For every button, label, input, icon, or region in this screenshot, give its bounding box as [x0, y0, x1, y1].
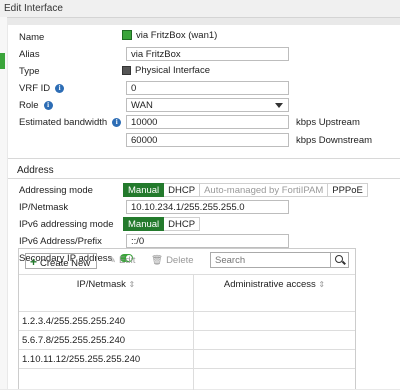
delete-label: Delete — [166, 255, 194, 266]
alias-label: Alias — [19, 49, 40, 60]
addressing-mode-fortiipam[interactable]: Auto-managed by FortiIPAM — [200, 183, 329, 197]
alias-input[interactable]: via FritzBox — [126, 47, 289, 61]
table-row[interactable]: 5.6.7.8/255.255.255.240 — [19, 330, 355, 349]
ip-netmask-label: IP/Netmask — [19, 202, 69, 213]
dialog-title: Edit Interface — [4, 3, 63, 14]
role-select[interactable]: WAN — [126, 98, 289, 112]
chevron-down-icon — [275, 103, 283, 108]
ipv6-prefix-label: IPv6 Address/Prefix — [19, 236, 102, 247]
vrf-id-label-wrap: VRF ID i — [19, 83, 65, 94]
row-ip: 1.2.3.4/255.255.255.240 — [22, 316, 126, 327]
section-divider — [8, 158, 400, 159]
bandwidth-label: Estimated bandwidth — [19, 117, 108, 128]
downstream-input[interactable]: 60000 — [126, 133, 289, 147]
vrf-id-input[interactable]: 0 — [126, 81, 289, 95]
plus-icon: + — [30, 255, 38, 269]
dialog-title-bar: Edit Interface — [0, 0, 400, 18]
ip-netmask-input[interactable]: 10.10.234.1/255.255.255.0 — [126, 200, 289, 214]
column-header-ip-label: IP/Netmask — [76, 279, 126, 290]
table-row-divider — [19, 368, 355, 387]
addressing-mode-toggle: Manual DHCP Auto-managed by FortiIPAM PP… — [123, 183, 368, 197]
create-new-label: Create New — [40, 258, 91, 269]
table-row[interactable]: 1.10.11.12/255.255.255.240 — [19, 349, 355, 368]
addressing-mode-label: Addressing mode — [19, 185, 93, 196]
info-icon[interactable]: i — [43, 100, 53, 110]
bandwidth-label-wrap: Estimated bandwidth i — [19, 117, 122, 128]
upstream-input[interactable]: 10000 — [126, 115, 289, 129]
left-strip — [0, 17, 7, 389]
search-icon[interactable] — [330, 253, 348, 267]
addressing-mode-dhcp[interactable]: DHCP — [164, 183, 201, 197]
upstream-unit: kbps Upstream — [296, 117, 360, 128]
pencil-icon: ✎ — [108, 255, 116, 266]
edit-button[interactable]: ✎ Edit — [108, 253, 135, 269]
name-label: Name — [19, 32, 45, 43]
search-input[interactable] — [211, 253, 337, 267]
ipv6-mode-dhcp[interactable]: DHCP — [164, 217, 201, 231]
ipv6-mode-label: IPv6 addressing mode — [19, 219, 114, 230]
ipv6-prefix-input[interactable]: ::/0 — [126, 234, 289, 248]
downstream-unit: kbps Downstream — [296, 135, 373, 146]
table-row[interactable]: 1.2.3.4/255.255.255.240 — [19, 311, 355, 330]
info-icon[interactable]: i — [112, 117, 122, 127]
delete-button[interactable]: 🗑 Delete — [151, 253, 194, 269]
row-ip: 5.6.7.8/255.255.255.240 — [22, 335, 126, 346]
addressing-mode-pppoe[interactable]: PPPoE — [328, 183, 368, 197]
role-label: Role — [19, 100, 39, 111]
interface-port-icon — [122, 30, 132, 41]
name-value-wrap: via FritzBox (wan1) — [122, 30, 217, 41]
edit-label: Edit — [118, 255, 136, 266]
info-icon[interactable]: i — [55, 83, 65, 93]
table-header: IP/Netmask ⇕ Administrative access ⇕ — [19, 274, 355, 293]
addressing-mode-manual[interactable]: Manual — [123, 183, 165, 197]
sort-icon: ⇕ — [318, 280, 326, 289]
column-header-ip[interactable]: IP/Netmask ⇕ — [19, 279, 193, 290]
type-value: Physical Interface — [135, 65, 210, 76]
column-header-access-label: Administrative access — [223, 279, 316, 290]
search-box — [210, 252, 349, 268]
ipv6-mode-toggle: Manual DHCP — [123, 217, 201, 231]
physical-interface-icon — [122, 65, 131, 75]
sort-icon: ⇕ — [128, 280, 136, 289]
vrf-id-label: VRF ID — [19, 83, 51, 94]
row-ip: 1.10.11.12/255.255.255.240 — [22, 354, 141, 365]
ipv6-mode-manual[interactable]: Manual — [123, 217, 165, 231]
trash-icon: 🗑 — [151, 255, 164, 266]
role-label-wrap: Role i — [19, 100, 53, 111]
left-nav-tab[interactable] — [0, 53, 5, 69]
column-header-access[interactable]: Administrative access ⇕ — [194, 279, 355, 290]
secondary-ip-table: +Create New ✎Edit 🗑Delete IP/Netmask ⇕ A… — [18, 248, 356, 390]
role-selected-value: WAN — [131, 100, 153, 111]
address-section-title: Address — [17, 165, 54, 176]
section-divider — [8, 178, 400, 179]
name-value: via FritzBox (wan1) — [136, 30, 218, 41]
type-label: Type — [19, 66, 40, 77]
type-value-wrap: Physical Interface — [122, 65, 210, 76]
create-new-button[interactable]: + Create New — [25, 253, 97, 269]
